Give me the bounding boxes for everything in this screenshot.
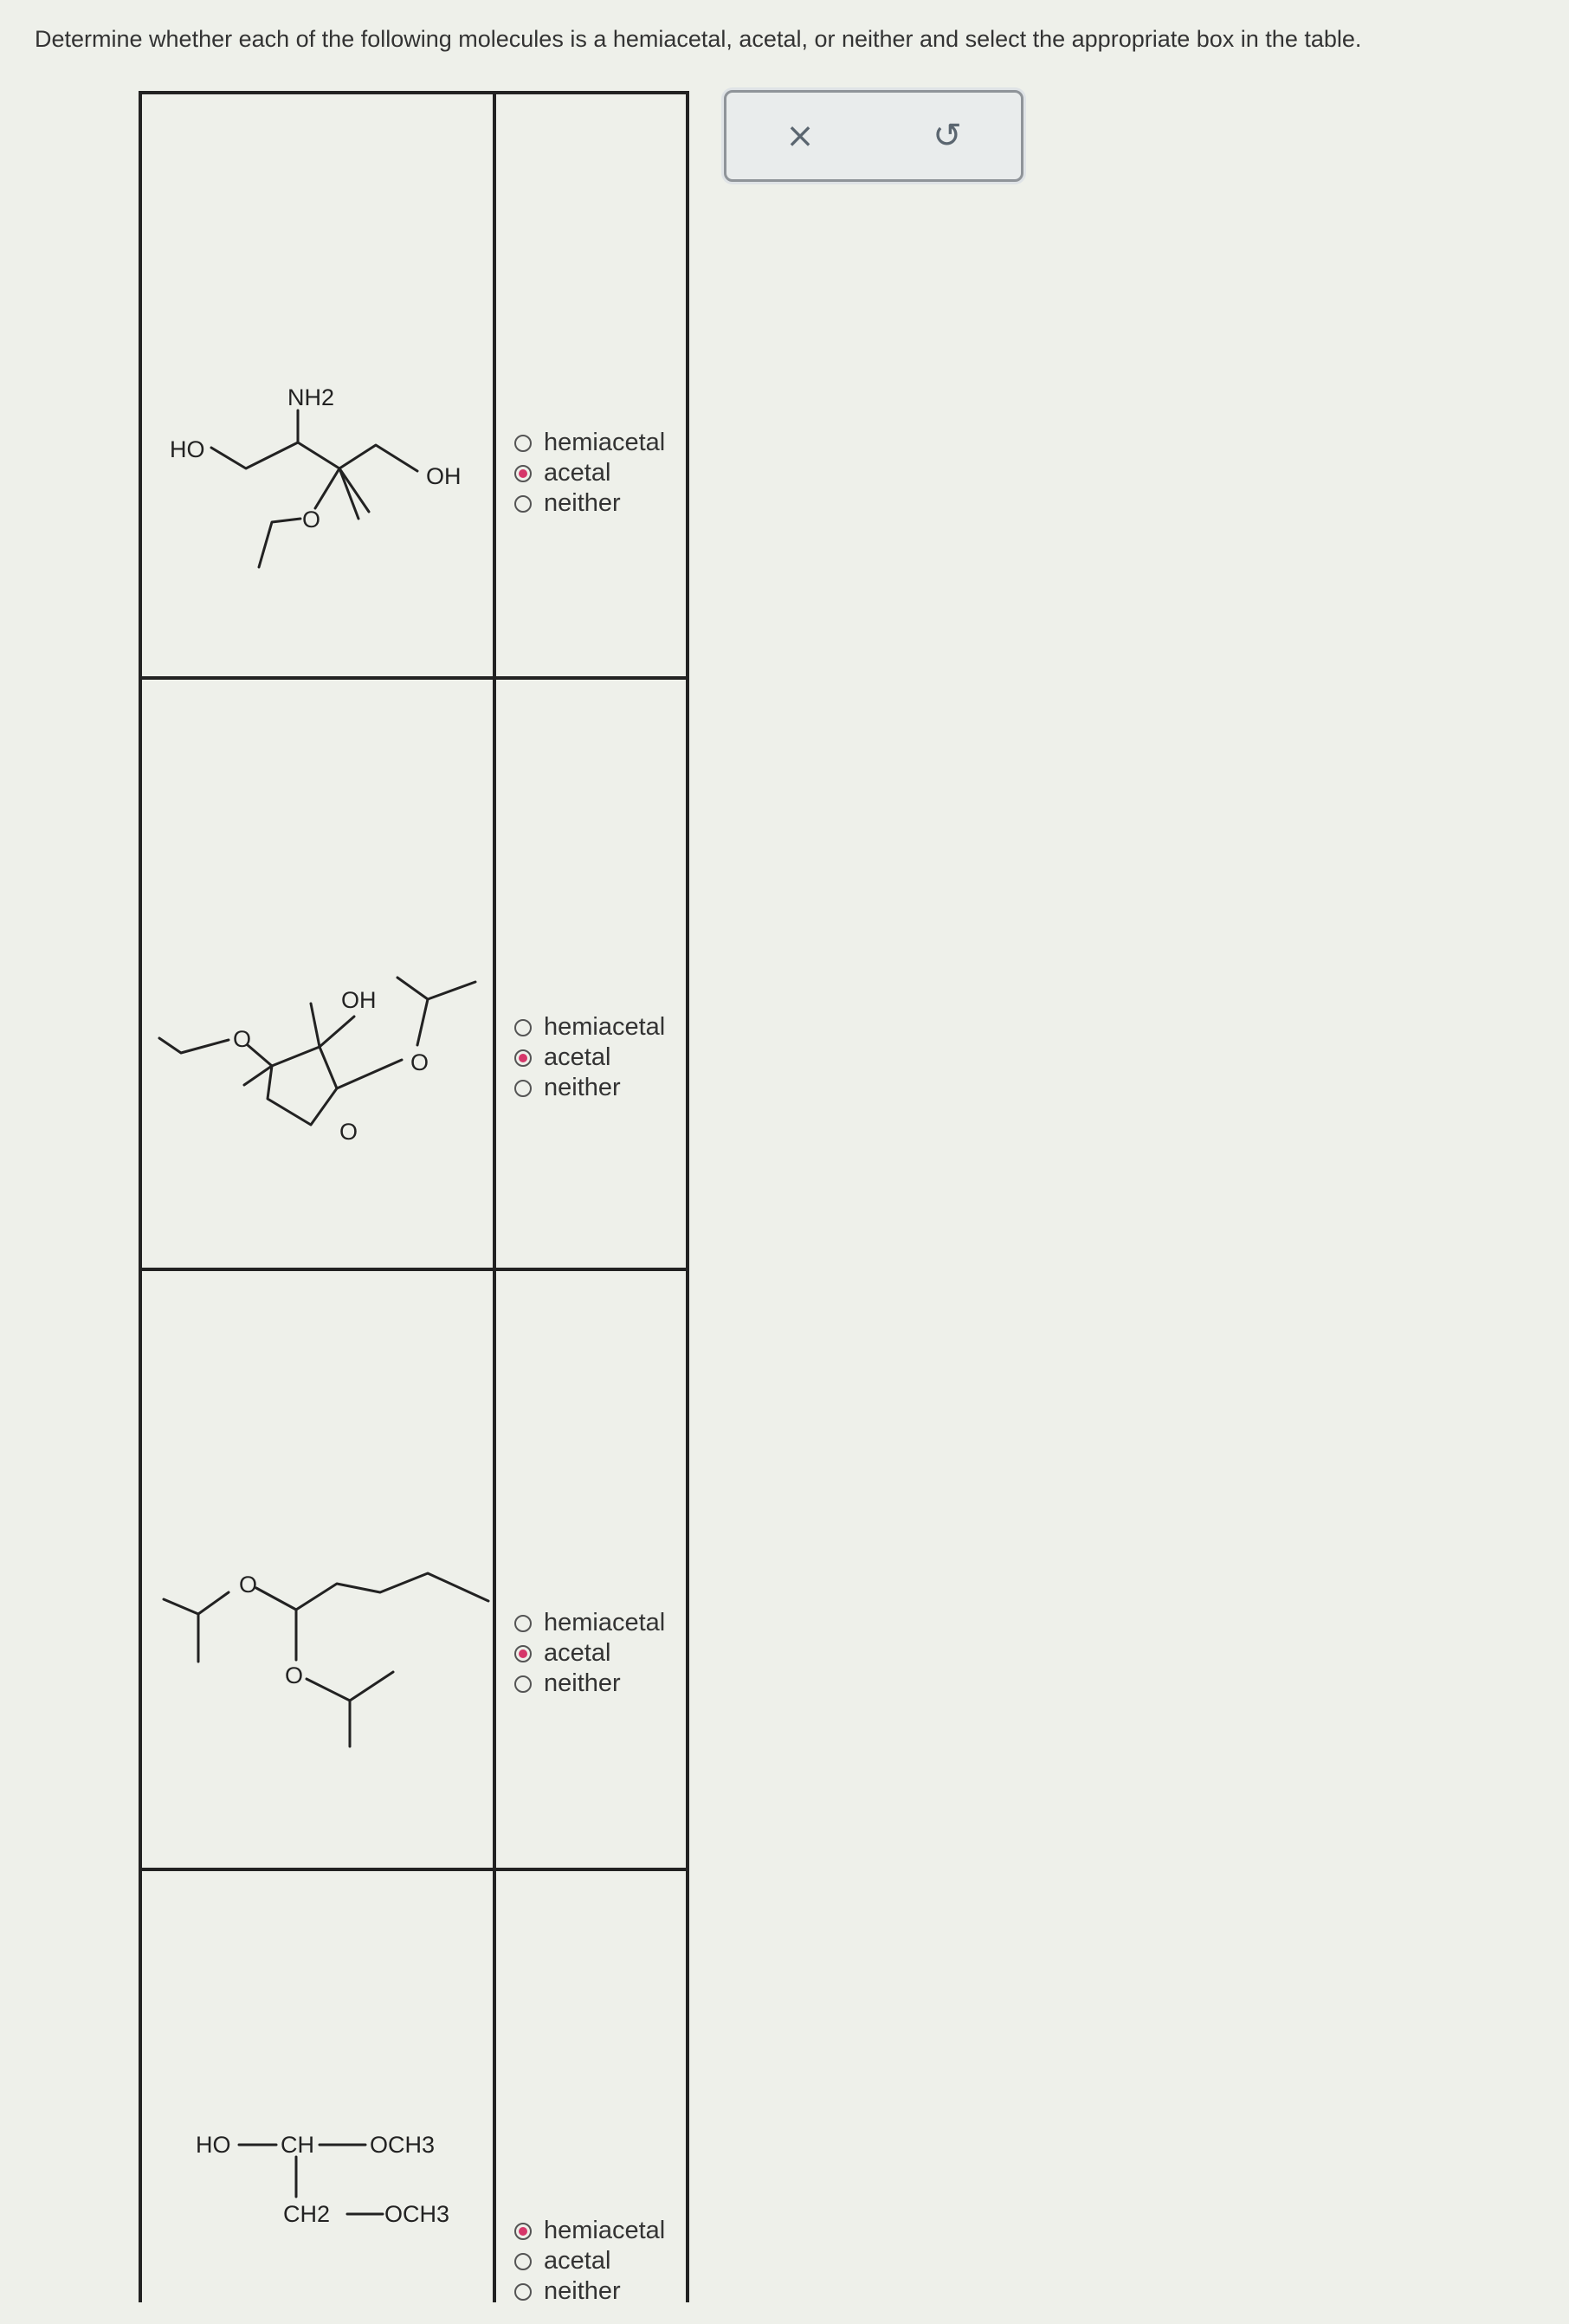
molecule-4: HO CH OCH3 CH2 OCH3 <box>142 2103 493 2320</box>
molecule-3: O O <box>142 1471 493 1783</box>
option-neither[interactable]: neither <box>514 1073 665 1103</box>
option-acetal[interactable]: acetal <box>514 1638 665 1669</box>
radio-button[interactable] <box>514 1644 532 1662</box>
molecule-label: OCH3 <box>384 2201 449 2227</box>
molecule-label: HO <box>170 436 205 462</box>
radio-button[interactable] <box>514 2252 532 2270</box>
radio-button[interactable] <box>514 1614 532 1632</box>
options-2: hemiacetal acetal neither <box>514 1012 665 1103</box>
row-divider <box>142 1868 686 1871</box>
options-1: hemiacetal acetal neither <box>514 428 665 519</box>
option-neither[interactable]: neither <box>514 1669 665 1699</box>
option-hemiacetal[interactable]: hemiacetal <box>514 1012 665 1043</box>
question-prompt: Determine whether each of the following … <box>35 26 1362 52</box>
molecule-label: O <box>410 1049 429 1075</box>
option-hemiacetal[interactable]: hemiacetal <box>514 2216 665 2246</box>
close-icon: × <box>785 116 815 156</box>
molecule-label: O <box>233 1026 251 1052</box>
molecule-label: OCH3 <box>370 2132 435 2158</box>
answer-table: NH2 HO OH O hemiacetal acetal neither OH… <box>139 91 689 2305</box>
undo-button[interactable]: ↺ <box>917 106 978 166</box>
molecule-label: NH2 <box>287 384 334 410</box>
radio-button[interactable] <box>514 1018 532 1036</box>
option-hemiacetal[interactable]: hemiacetal <box>514 1608 665 1638</box>
row-divider <box>142 676 686 680</box>
molecule-1: NH2 HO OH O <box>142 311 493 623</box>
row-divider <box>142 1268 686 1271</box>
answer-toolbar: × ↺ <box>724 90 1023 182</box>
molecule-label: O <box>239 1572 257 1598</box>
option-neither[interactable]: neither <box>514 488 665 519</box>
radio-button[interactable] <box>514 1049 532 1067</box>
radio-button[interactable] <box>514 2222 532 2240</box>
options-3: hemiacetal acetal neither <box>514 1608 665 1699</box>
radio-button[interactable] <box>514 494 532 513</box>
radio-button[interactable] <box>514 434 532 452</box>
radio-button[interactable] <box>514 464 532 482</box>
column-divider <box>493 94 496 2302</box>
molecule-2: OH O O O <box>142 874 493 1185</box>
radio-button[interactable] <box>514 1079 532 1097</box>
molecule-label: OH <box>341 987 377 1013</box>
molecule-label: CH2 <box>283 2201 330 2227</box>
option-acetal[interactable]: acetal <box>514 1043 665 1073</box>
clear-button[interactable]: × <box>770 106 830 166</box>
molecule-label: O <box>339 1119 358 1145</box>
molecule-label: O <box>302 507 320 533</box>
undo-icon: ↺ <box>933 116 962 156</box>
molecule-label: HO <box>196 2132 231 2158</box>
option-acetal[interactable]: acetal <box>514 458 665 488</box>
molecule-label: OH <box>426 463 462 489</box>
molecule-label: O <box>285 1662 303 1688</box>
options-4: hemiacetal acetal neither <box>514 2216 665 2307</box>
radio-button[interactable] <box>514 1675 532 1693</box>
radio-button[interactable] <box>514 2282 532 2301</box>
option-acetal[interactable]: acetal <box>514 2246 665 2276</box>
option-hemiacetal[interactable]: hemiacetal <box>514 428 665 458</box>
molecule-label: CH <box>281 2132 314 2158</box>
